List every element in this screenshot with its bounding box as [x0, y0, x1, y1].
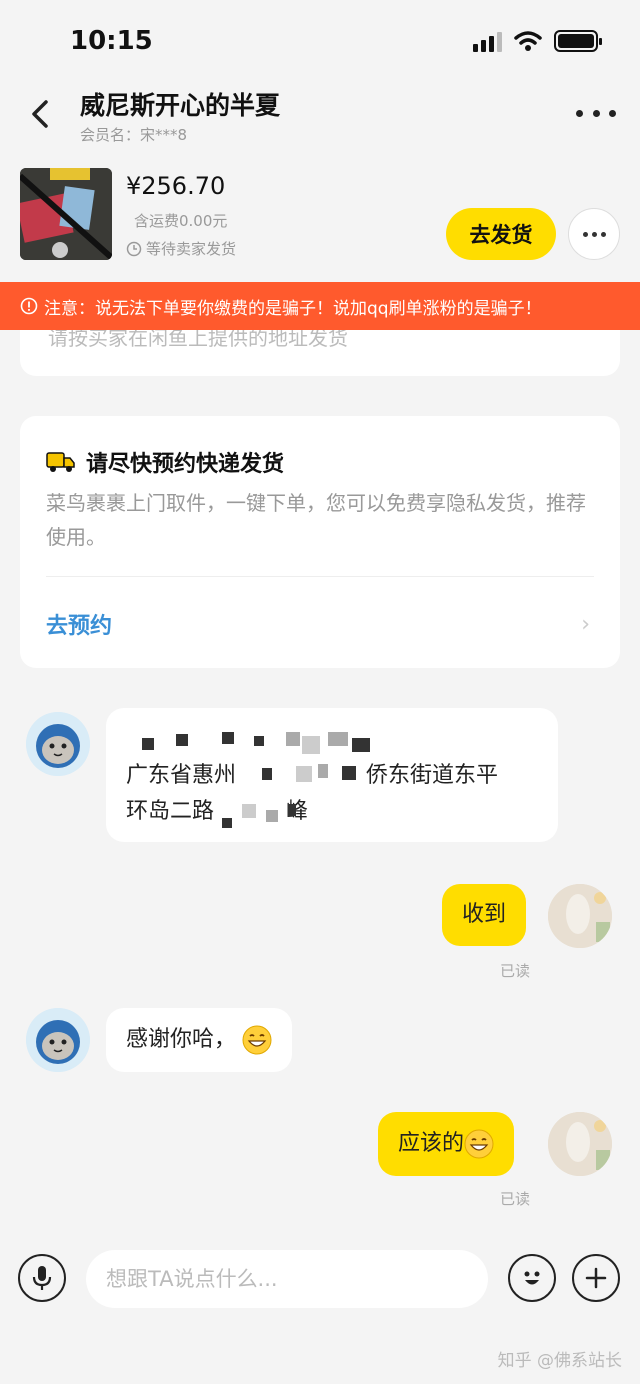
message-input[interactable] — [86, 1250, 488, 1308]
product-thumbnail[interactable] — [20, 168, 112, 260]
truck-icon — [46, 452, 75, 472]
chat-title: 威尼斯开心的半夏 — [80, 91, 281, 120]
my-avatar[interactable] — [548, 884, 612, 948]
input-bar — [0, 1240, 640, 1320]
seller-avatar[interactable] — [26, 1008, 90, 1072]
my-avatar[interactable] — [548, 1112, 612, 1176]
status-icons — [473, 30, 602, 52]
address-card-partial-text: 请按买家在闲鱼上提供的地址发货 — [48, 330, 348, 350]
message-bubble-address: 广东省惠州 侨东街道东平 环岛二路峰 — [106, 708, 558, 842]
pickup-description: 菜鸟裹裹上门取件，一键下单，您可以免费享隐私发货，推荐使用。 — [46, 491, 586, 549]
more-options-icon[interactable] — [576, 98, 616, 128]
order-summary: ¥256.70 含运费0.00元 等待卖家发货 去发货 — [0, 160, 640, 278]
warning-icon — [20, 297, 38, 315]
read-status: 已读 — [500, 1190, 531, 1208]
emoji-icon[interactable] — [508, 1254, 556, 1302]
message-text: 应该的 — [398, 1131, 465, 1156]
pickup-card: 请尽快预约快递发货 菜鸟裹裹上门取件，一键下单，您可以免费享隐私发货，推荐使用。… — [20, 416, 620, 668]
status-time: 10:15 — [70, 26, 153, 56]
pickup-title-text: 请尽快预约快递发货 — [86, 452, 285, 477]
message-bubble-reply: 应该的 — [378, 1112, 515, 1176]
seller-avatar[interactable] — [26, 712, 90, 776]
shipping-fee: 含运费0.00元 — [134, 212, 228, 230]
clock-icon — [126, 241, 142, 256]
grin-emoji-icon — [242, 1025, 272, 1055]
ship-button[interactable]: 去发货 — [446, 208, 556, 260]
book-pickup-link[interactable]: 去预约 — [46, 608, 112, 640]
grin-emoji-icon — [464, 1129, 494, 1159]
address-card-partial: 请按买家在闲鱼上提供的地址发货 — [20, 330, 620, 376]
back-icon[interactable] — [22, 94, 62, 134]
battery-icon — [554, 30, 602, 52]
member-name: 会员名：宋***8 — [80, 126, 188, 144]
order-status-text: 等待卖家发货 — [146, 240, 237, 258]
message-bubble-thanks: 感谢你哈， — [106, 1008, 293, 1072]
read-status: 已读 — [500, 962, 531, 980]
message-text: 感谢你哈， — [126, 1027, 237, 1052]
divider — [46, 576, 594, 577]
chat-header: 威尼斯开心的半夏 会员名：宋***8 — [0, 84, 640, 154]
order-status: 等待卖家发货 — [126, 238, 236, 259]
address-line-2: 环岛二路峰 — [126, 799, 309, 824]
wifi-icon — [514, 31, 542, 51]
scam-warning-banner: 注意：说无法下单要你缴费的是骗子！说加qq刷单涨粉的是骗子！ — [0, 282, 640, 330]
microphone-icon[interactable] — [18, 1254, 66, 1302]
address-line-1: 广东省惠州 侨东街道东平 — [126, 763, 499, 788]
signal-icon — [473, 30, 502, 52]
watermark: 知乎 @佛系站长 — [497, 1351, 622, 1371]
warning-text: 注意：说无法下单要你缴费的是骗子！说加qq刷单涨粉的是骗子！ — [44, 298, 542, 319]
message-bubble-received: 收到 — [442, 884, 527, 946]
order-price: ¥256.70 — [126, 172, 226, 200]
pickup-title: 请尽快预约快递发货 — [46, 446, 284, 478]
plus-icon[interactable] — [572, 1254, 620, 1302]
order-more-button[interactable] — [568, 208, 620, 260]
status-bar: 10:15 — [0, 0, 640, 84]
chevron-right-icon: › — [581, 612, 590, 637]
